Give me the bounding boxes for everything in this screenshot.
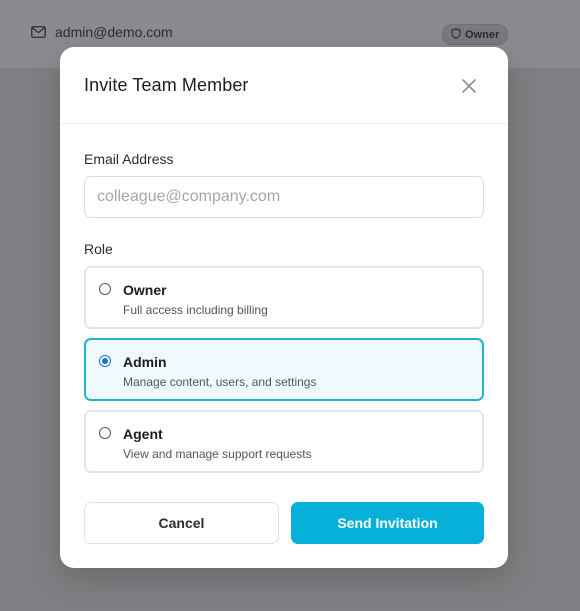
role-name: Agent <box>123 426 163 442</box>
cancel-button[interactable]: Cancel <box>84 502 279 544</box>
email-input[interactable] <box>84 176 484 218</box>
role-name: Owner <box>123 282 167 298</box>
send-invitation-button[interactable]: Send Invitation <box>291 502 484 544</box>
email-label: Email Address <box>84 151 174 167</box>
user-email-display: admin@demo.com <box>31 24 173 40</box>
mail-icon <box>31 26 46 38</box>
modal-header: Invite Team Member <box>60 47 508 124</box>
role-radio-admin[interactable] <box>99 355 111 367</box>
modal-title: Invite Team Member <box>84 75 249 95</box>
role-radio-owner[interactable] <box>99 283 111 295</box>
role-description: View and manage support requests <box>123 447 312 461</box>
role-name: Admin <box>123 354 167 370</box>
role-label: Role <box>84 241 113 257</box>
role-radio-agent[interactable] <box>99 427 111 439</box>
role-badge: Owner <box>442 24 509 45</box>
role-option-agent[interactable]: Agent View and manage support requests <box>84 410 484 473</box>
shield-icon <box>451 27 461 42</box>
close-icon <box>458 79 480 101</box>
invite-modal: Invite Team Member Email Address Role Ow… <box>60 47 508 568</box>
user-email-text: admin@demo.com <box>55 24 173 40</box>
role-description: Manage content, users, and settings <box>123 375 317 389</box>
close-button[interactable] <box>458 75 480 97</box>
role-description: Full access including billing <box>123 303 268 317</box>
role-badge-label: Owner <box>465 28 500 41</box>
role-option-owner[interactable]: Owner Full access including billing <box>84 266 484 329</box>
role-option-admin[interactable]: Admin Manage content, users, and setting… <box>84 338 484 401</box>
